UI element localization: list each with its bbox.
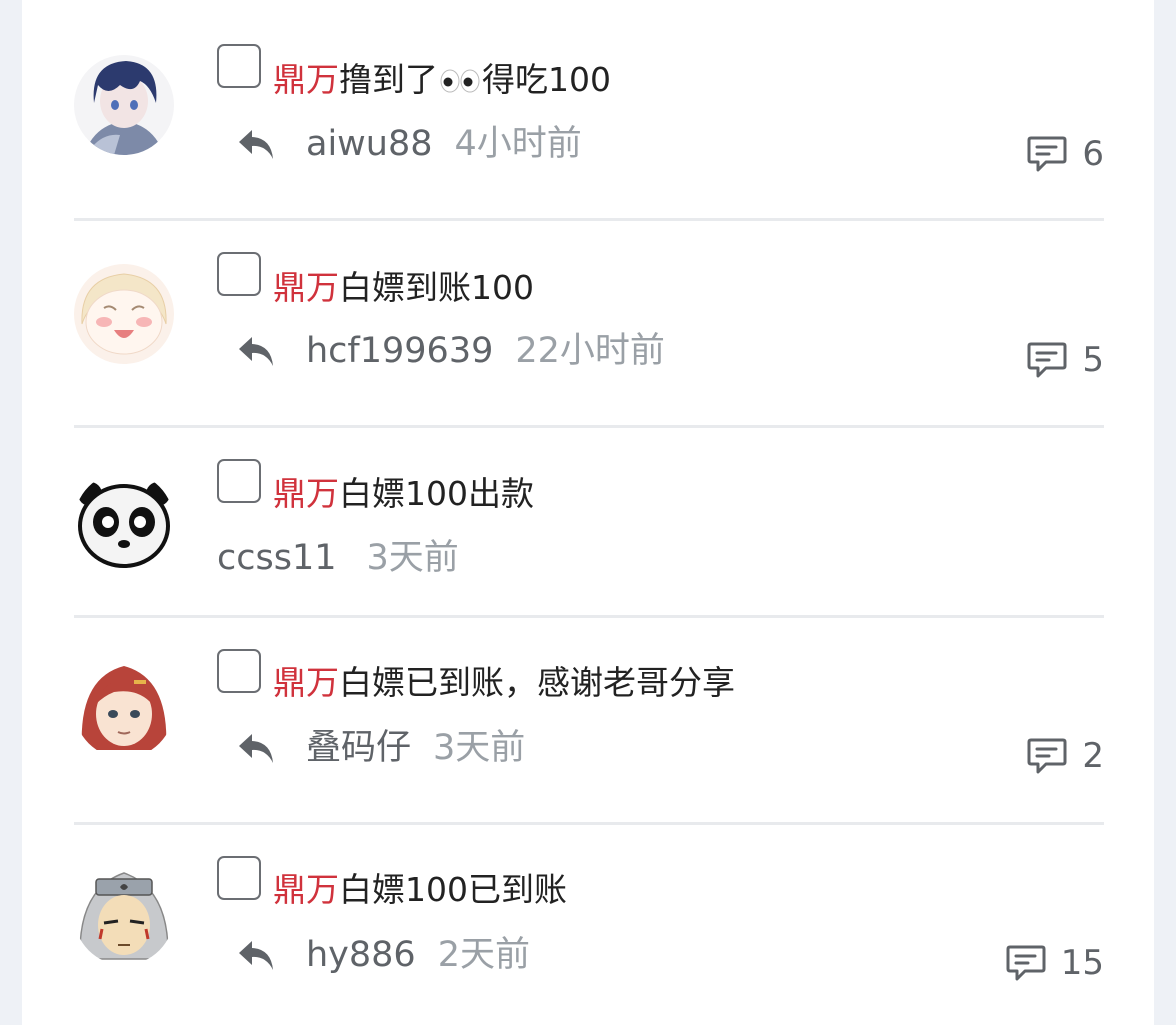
- post-meta: aiwu88 4小时前: [306, 122, 582, 166]
- post-title-suffix: 得吃100: [482, 60, 611, 99]
- post-title[interactable]: 鼎万白嫖到账100: [273, 264, 534, 312]
- post-tag: 鼎万: [273, 60, 339, 99]
- post-tag: 鼎万: [273, 474, 339, 513]
- post-title-text: 白嫖100已到账: [339, 870, 567, 909]
- author-link[interactable]: hcf199639: [306, 331, 493, 371]
- post-time: 4小时前: [454, 124, 582, 164]
- list-item[interactable]: 鼎万白嫖100出款 ccss11 3天前: [74, 428, 1104, 616]
- list-item[interactable]: 鼎万撸到了 得吃100 aiwu88 4小时前 6: [74, 0, 1104, 220]
- post-time: 3天前: [366, 538, 459, 578]
- comment-count-button[interactable]: 2: [1026, 734, 1104, 778]
- list-item[interactable]: 鼎万白嫖到账100 hcf199639 22小时前 5: [74, 221, 1104, 427]
- comment-count: 15: [1060, 943, 1104, 983]
- comment-count: 2: [1082, 736, 1104, 776]
- post-meta: hy886 2天前: [306, 933, 530, 977]
- author-link[interactable]: 叠码仔: [306, 728, 411, 768]
- select-checkbox[interactable]: [217, 459, 261, 503]
- post-meta: hcf199639 22小时前: [306, 329, 665, 373]
- comment-icon: [1027, 738, 1067, 774]
- post-time: 2天前: [437, 935, 530, 975]
- select-checkbox[interactable]: [217, 44, 261, 88]
- reply-icon: [239, 734, 273, 763]
- thread-list-panel: 鼎万撸到了 得吃100 aiwu88 4小时前 6 鼎万白嫖到账100 hcf1…: [22, 0, 1154, 1025]
- comment-count: 6: [1082, 134, 1104, 174]
- eyes-icon: [440, 58, 480, 106]
- comment-count-button[interactable]: 15: [1005, 941, 1104, 985]
- post-tag: 鼎万: [273, 870, 339, 909]
- post-tag: 鼎万: [273, 663, 339, 702]
- comment-icon: [1027, 136, 1067, 172]
- reply-icon: [239, 130, 273, 159]
- reply-icon: [239, 941, 273, 970]
- post-title[interactable]: 鼎万撸到了 得吃100: [273, 56, 611, 104]
- select-checkbox[interactable]: [217, 252, 261, 296]
- post-meta: 叠码仔 3天前: [306, 726, 525, 770]
- comment-count-button[interactable]: 6: [1026, 132, 1104, 176]
- post-time: 22小时前: [515, 331, 665, 371]
- author-link[interactable]: ccss11: [217, 538, 337, 578]
- list-item[interactable]: 鼎万白嫖100已到账 hy886 2天前 15: [74, 825, 1104, 1025]
- select-checkbox[interactable]: [217, 856, 261, 900]
- author-link[interactable]: aiwu88: [306, 124, 433, 164]
- avatar[interactable]: [74, 472, 174, 572]
- post-tag: 鼎万: [273, 268, 339, 307]
- avatar[interactable]: [74, 55, 174, 155]
- post-title[interactable]: 鼎万白嫖已到账，感谢老哥分享: [273, 659, 735, 707]
- post-title[interactable]: 鼎万白嫖100已到账: [273, 866, 567, 914]
- avatar[interactable]: [74, 865, 174, 965]
- post-title-text: 白嫖100出款: [339, 474, 534, 513]
- avatar[interactable]: [74, 264, 174, 364]
- comment-icon: [1006, 945, 1046, 981]
- post-title[interactable]: 鼎万白嫖100出款: [273, 470, 534, 518]
- reply-icon: [239, 337, 273, 366]
- comment-count: 5: [1082, 340, 1104, 380]
- comment-count-button[interactable]: 5: [1026, 338, 1104, 382]
- post-time: 3天前: [433, 728, 526, 768]
- avatar[interactable]: [74, 658, 174, 758]
- post-title-text: 白嫖到账100: [339, 268, 534, 307]
- post-title-text: 撸到了: [339, 60, 438, 99]
- author-link[interactable]: hy886: [306, 935, 416, 975]
- select-checkbox[interactable]: [217, 649, 261, 693]
- list-item[interactable]: 鼎万白嫖已到账，感谢老哥分享 叠码仔 3天前 2: [74, 618, 1104, 823]
- post-meta: ccss11 3天前: [217, 536, 459, 580]
- post-title-text: 白嫖已到账，感谢老哥分享: [339, 663, 735, 702]
- comment-icon: [1027, 342, 1067, 378]
